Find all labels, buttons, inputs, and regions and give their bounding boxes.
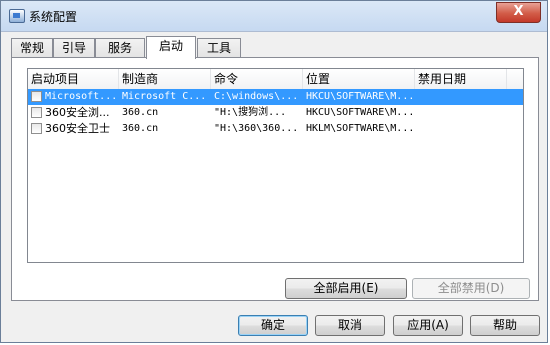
title-bar[interactable]: 系统配置 X [1, 1, 547, 32]
startup-panel: 启动项目 制造商 命令 位置 禁用日期 Microsoft... Microso… [11, 57, 539, 301]
table-row[interactable]: Microsoft... Microsoft C... C:\windows\.… [28, 89, 523, 105]
table-row[interactable]: 360安全浏... 360.cn "H:\搜狗浏... HKCU\SOFTWAR… [28, 105, 523, 121]
cell-location: HKLM\SOFTWARE\M... [306, 123, 415, 134]
startup-checkbox[interactable] [31, 91, 42, 102]
disable-all-button[interactable]: 全部禁用(D) [412, 278, 530, 299]
enable-all-button[interactable]: 全部启用(E) [285, 278, 407, 299]
startup-checkbox[interactable] [31, 123, 42, 134]
cell-startup-item: Microsoft... [45, 91, 118, 102]
tab-general[interactable]: 常规 [11, 38, 53, 58]
cell-command: "H:\360\360... [214, 123, 299, 134]
column-header-location[interactable]: 位置 [303, 69, 415, 89]
tab-tools[interactable]: 工具 [197, 38, 241, 58]
tab-boot[interactable]: 引导 [53, 38, 95, 58]
column-header-manufacturer[interactable]: 制造商 [119, 69, 211, 89]
column-header-date-disabled[interactable]: 禁用日期 [415, 69, 507, 89]
column-header-command[interactable]: 命令 [211, 69, 303, 89]
close-button[interactable]: X [496, 2, 541, 23]
dialog-body: 常规 引导 服务 启动 工具 启动项目 制造商 命令 位置 禁用日期 Micro… [9, 32, 541, 336]
cell-command: C:\windows\... [214, 91, 299, 102]
list-header: 启动项目 制造商 命令 位置 禁用日期 [28, 69, 523, 90]
column-header-startup-item[interactable]: 启动项目 [28, 69, 119, 89]
window-title: 系统配置 [29, 10, 78, 24]
cell-manufacturer: 360.cn [122, 107, 159, 118]
cell-manufacturer: Microsoft C... [122, 91, 207, 102]
cell-date-disabled [415, 121, 507, 137]
apply-button[interactable]: 应用(A) [393, 315, 463, 336]
startup-items-list[interactable]: 启动项目 制造商 命令 位置 禁用日期 Microsoft... Microso… [27, 68, 524, 263]
help-button[interactable]: 帮助 [470, 315, 540, 336]
msconfig-app-icon [9, 9, 25, 23]
cell-startup-item: 360安全浏... [45, 106, 110, 119]
tab-startup[interactable]: 启动 [146, 36, 196, 59]
cell-startup-item: 360安全卫士 [45, 122, 110, 135]
cell-command: "H:\搜狗浏... [214, 107, 287, 118]
system-config-window: 系统配置 X 常规 引导 服务 启动 工具 启动项目 制造商 命令 位置 禁用日… [0, 0, 548, 343]
tab-services[interactable]: 服务 [95, 38, 145, 58]
cancel-button[interactable]: 取消 [315, 315, 385, 336]
cell-location: HKCU\SOFTWARE\M... [306, 91, 415, 102]
ok-button[interactable]: 确定 [238, 315, 308, 336]
cell-date-disabled [415, 105, 507, 121]
table-row[interactable]: 360安全卫士 360.cn "H:\360\360... HKLM\SOFTW… [28, 121, 523, 137]
cell-location: HKCU\SOFTWARE\M... [306, 107, 415, 118]
cell-manufacturer: 360.cn [122, 123, 159, 134]
cell-date-disabled [415, 89, 507, 105]
startup-checkbox[interactable] [31, 107, 42, 118]
